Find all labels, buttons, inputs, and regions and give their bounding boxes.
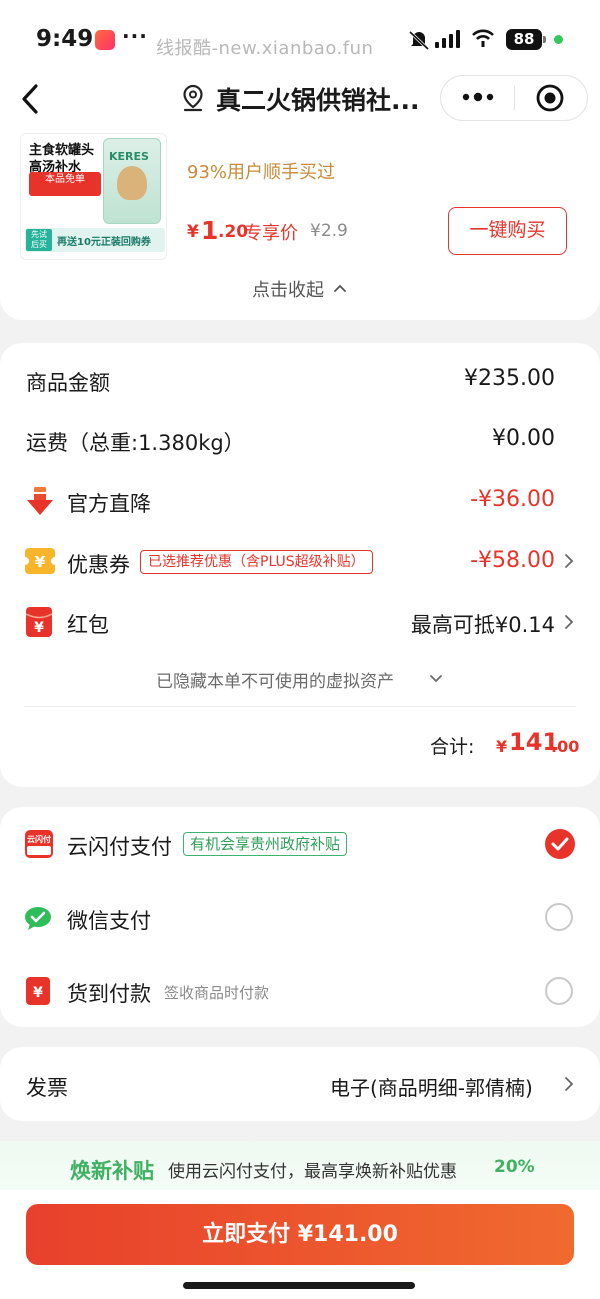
- goods-amount-label: 商品金额: [26, 371, 110, 395]
- subsidy-percent: 20%: [494, 1157, 535, 1177]
- unionpay-label[interactable]: 云闪付支付: [67, 831, 172, 861]
- chevron-right-icon[interactable]: [564, 553, 574, 569]
- cash-on-delivery-note: 签收商品时付款: [164, 984, 270, 1002]
- shipping-label: 运费（总重:1.380kg）: [26, 431, 245, 455]
- more-dots-icon[interactable]: [458, 86, 498, 108]
- red-packet-icon: ¥: [26, 607, 52, 637]
- deal-price-tag: 专享价: [244, 223, 298, 244]
- unionpay-subsidy-tag: 有机会享贵州政府补贴: [183, 832, 348, 856]
- deal-price-symbol: ¥: [187, 222, 199, 242]
- signal-icon: [435, 30, 460, 48]
- official-drop-label: 官方直降: [67, 492, 151, 516]
- chevron-up-icon[interactable]: [332, 281, 348, 295]
- total-decimal: .00: [551, 737, 580, 756]
- invoice-value[interactable]: 电子(商品明细-郭倩楠): [330, 1072, 533, 1101]
- location-pin-icon: [183, 84, 203, 112]
- back-button[interactable]: [14, 80, 48, 118]
- product-image-badge: 本品免单: [29, 172, 101, 196]
- cash-on-delivery-icon: ¥: [26, 977, 50, 1005]
- mute-bell-icon: [408, 30, 430, 50]
- product-image-bar-tag: 先试 后买: [26, 229, 52, 251]
- total-label: 合计:: [430, 736, 475, 758]
- watermark: 线报酷-new.xianbao.fun: [156, 38, 374, 59]
- status-time: 9:49: [36, 26, 94, 52]
- status-more-indicator: ···: [122, 24, 148, 48]
- wechat-pay-icon: [25, 907, 51, 930]
- capsule-divider: [514, 86, 515, 110]
- product-image-bar-text: 再送10元正装回购券: [57, 237, 151, 248]
- subsidy-title: 焕新补贴: [70, 1159, 154, 1183]
- coupon-label: 优惠券: [67, 553, 130, 577]
- collapse-toggle[interactable]: 点击收起: [252, 276, 324, 302]
- goods-amount-value: ¥235.00: [464, 366, 555, 391]
- battery-indicator: 88: [506, 29, 542, 50]
- store-title[interactable]: 真二火锅供销社...: [216, 81, 420, 117]
- one-click-buy-button[interactable]: 一键购买: [448, 207, 567, 255]
- wechat-pay-label[interactable]: 微信支付: [67, 905, 151, 935]
- hidden-assets-toggle[interactable]: 已隐藏本单不可使用的虚拟资产: [156, 667, 394, 692]
- total-symbol: ¥: [496, 737, 508, 756]
- invoice-label: 发票: [26, 1076, 68, 1100]
- pay-now-button[interactable]: 立即支付 ¥141.00: [26, 1204, 574, 1265]
- cat-illustration: [117, 166, 147, 200]
- unionpay-radio-selected[interactable]: [545, 829, 575, 859]
- cash-on-delivery-label[interactable]: 货到付款: [67, 978, 151, 1008]
- subsidy-text: 使用云闪付支付，最高享焕新补贴优惠: [168, 1162, 457, 1182]
- price-drop-icon: [27, 487, 53, 515]
- chevron-right-icon[interactable]: [564, 1076, 574, 1092]
- home-indicator: [183, 1282, 415, 1289]
- svg-text:¥: ¥: [33, 985, 43, 1001]
- app-notification-icon: [95, 30, 115, 50]
- wifi-icon: [472, 29, 494, 47]
- wechat-pay-radio[interactable]: [545, 903, 573, 931]
- privacy-indicator-dot: [554, 35, 563, 44]
- buyers-ratio: 93%用户顺手买过: [187, 162, 336, 183]
- chevron-right-icon[interactable]: [564, 614, 574, 630]
- coupon-value[interactable]: -¥58.00: [420, 548, 555, 573]
- product-image[interactable]: 主食软罐头 高汤补水 本品免单 KERES 先试 后买 再送10元正装回购券: [20, 133, 167, 260]
- cash-on-delivery-radio[interactable]: [545, 977, 573, 1005]
- coupon-icon: ¥: [25, 548, 55, 574]
- red-packet-value[interactable]: 最高可抵¥0.14: [355, 609, 555, 639]
- svg-text:¥: ¥: [35, 553, 46, 571]
- battery-tip: [543, 36, 546, 43]
- check-icon: [551, 837, 569, 851]
- target-close-icon[interactable]: [535, 83, 565, 113]
- unionpay-icon-text: 云闪付: [27, 835, 51, 844]
- shipping-value: ¥0.00: [492, 426, 555, 451]
- red-packet-label: 红包: [67, 613, 109, 637]
- deal-price-integer: 1: [201, 216, 219, 245]
- original-price: ¥2.9: [310, 221, 348, 241]
- coupon-recommended-tag: 已选推荐优惠（含PLUS超级补贴）: [140, 550, 373, 574]
- unionpay-option-icon: 云闪付: [25, 830, 53, 858]
- official-drop-value: -¥36.00: [470, 487, 555, 512]
- product-brand: KERES: [109, 150, 149, 163]
- svg-text:¥: ¥: [34, 620, 44, 636]
- chevron-down-icon[interactable]: [428, 672, 444, 686]
- summary-divider: [24, 706, 576, 707]
